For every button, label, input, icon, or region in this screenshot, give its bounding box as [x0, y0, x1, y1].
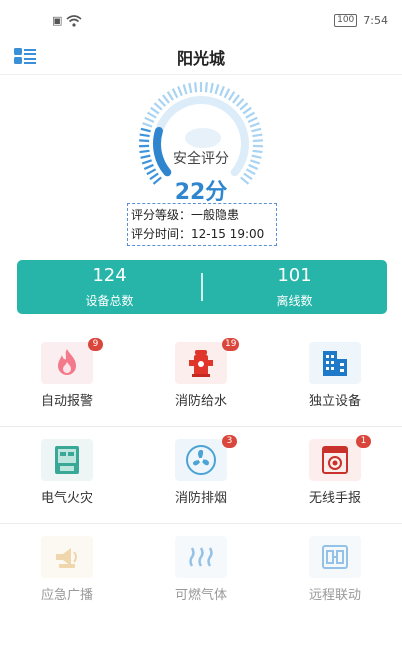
stat-offline-value: 101	[277, 265, 312, 286]
grid-item-standalone[interactable]: 独立设备	[268, 330, 402, 427]
score-level: 评分等级：一般隐患	[131, 208, 240, 222]
gauge-tick	[150, 106, 160, 115]
gauge-tick	[171, 88, 179, 99]
stat-device-total-value: 124	[92, 265, 127, 286]
buildings-icon	[309, 342, 361, 384]
gauge-tick	[242, 106, 252, 115]
gauge-tick	[219, 85, 225, 97]
score-info-box: 评分等级：一般隐患 评分时间：12-15 19:00	[127, 203, 277, 246]
gauge-tick	[166, 91, 174, 101]
gauge-tick	[251, 127, 262, 133]
gauge-tick	[139, 133, 150, 138]
status-bar: ▣ 100 7:54	[0, 0, 402, 40]
gas-waves-icon	[175, 536, 227, 578]
grid-item-label: 可燃气体	[174, 588, 227, 603]
linkage-icon	[309, 536, 361, 578]
gauge-tick	[194, 82, 198, 93]
gauge-tick	[239, 102, 249, 111]
fire-alarm-panel-icon	[309, 439, 361, 481]
gauge-tick	[235, 98, 245, 107]
grid-item-label: 电气火灾	[40, 491, 93, 506]
cloud-icon	[185, 128, 221, 148]
grid-item-label: 自动报警	[40, 394, 93, 409]
grid-item-emergency-broadcast[interactable]: 应急广播	[0, 524, 134, 621]
gauge-tick	[162, 94, 170, 104]
stat-offline-label: 离线数	[276, 294, 313, 308]
electric-cabinet-icon	[41, 439, 93, 481]
grid-item-auto-alarm[interactable]: 9 自动报警	[0, 330, 134, 427]
gauge-tick	[232, 94, 240, 104]
fire-hydrant-icon	[175, 342, 227, 384]
fan-icon	[175, 439, 227, 481]
badge-count: 19	[222, 338, 240, 351]
gauge-tick	[245, 111, 256, 119]
grid-item-label: 消防排烟	[174, 491, 227, 506]
stats-bar: 124 设备总数 101 离线数	[17, 260, 387, 314]
grid-item-remote-linkage[interactable]: 远程联动	[268, 524, 402, 621]
grid-item-fire-water[interactable]: 19 消防给水	[134, 330, 268, 427]
gauge-score: 22分	[174, 180, 228, 205]
gauge-tick	[188, 82, 193, 94]
gauge-tick	[144, 116, 155, 124]
gauge-tick	[249, 122, 260, 128]
grid-item-smoke-exhaust[interactable]: 3 消防排烟	[134, 427, 268, 524]
score-time: 评分时间：12-15 19:00	[131, 227, 265, 241]
grid-item-label: 应急广播	[40, 588, 93, 603]
gauge-tick	[146, 111, 157, 119]
page-title: 阳光城	[176, 49, 225, 68]
grid-item-label: 消防给水	[174, 394, 227, 409]
gauge-tick	[252, 139, 263, 143]
gauge-tick	[209, 82, 214, 94]
gauge-tick	[228, 91, 236, 101]
status-time: 7:54	[363, 14, 388, 27]
grid-item-wireless-alarm[interactable]: 1 无线手报	[268, 427, 402, 524]
gauge-tick	[157, 98, 167, 107]
gauge-tick	[142, 122, 153, 128]
gauge-tick	[153, 102, 163, 111]
sim-icon: ▣	[52, 14, 63, 27]
stat-device-total[interactable]: 124 设备总数	[17, 260, 202, 314]
gauge-tick	[177, 85, 183, 97]
grid-item-label: 无线手报	[308, 491, 361, 506]
stat-device-total-label: 设备总数	[85, 294, 134, 308]
gauge-tick	[182, 84, 188, 95]
gauge-tick	[223, 88, 231, 99]
battery-icon: 100	[334, 14, 358, 27]
badge-count: 1	[356, 435, 371, 448]
gauge-label: 安全评分	[173, 151, 229, 167]
badge-count: 9	[88, 338, 103, 351]
gauge-tick	[252, 133, 263, 138]
gauge-tick	[140, 127, 151, 133]
gauge-tick	[139, 139, 150, 143]
gauge-tick	[247, 116, 258, 124]
wifi-icon	[66, 14, 82, 27]
grid-row: 电气火灾 3 消防排烟 1 无线手报	[0, 427, 402, 524]
flame-icon	[41, 342, 93, 384]
grid-item-label: 独立设备	[308, 394, 361, 409]
grid-row: 应急广播 可燃气体 远程联动	[0, 524, 402, 621]
grid-item-label: 远程联动	[308, 588, 361, 603]
gauge-tick	[204, 82, 208, 93]
grid-item-combustible-gas[interactable]: 可燃气体	[134, 524, 268, 621]
grid-item-electric-fire[interactable]: 电气火灾	[0, 427, 134, 524]
app-header: 阳光城	[0, 40, 402, 72]
gauge-tick	[214, 84, 220, 95]
grid-row: 9 自动报警 19 消防给水 独立设备	[0, 330, 402, 427]
broadcast-icon	[41, 536, 93, 578]
header-divider	[0, 74, 402, 75]
stat-offline[interactable]: 101 离线数	[202, 260, 387, 314]
system-grid: 9 自动报警 19 消防给水 独立设备 电气火灾 3 消防排烟 1 无线手报 应…	[0, 330, 402, 621]
badge-count: 3	[222, 435, 237, 448]
